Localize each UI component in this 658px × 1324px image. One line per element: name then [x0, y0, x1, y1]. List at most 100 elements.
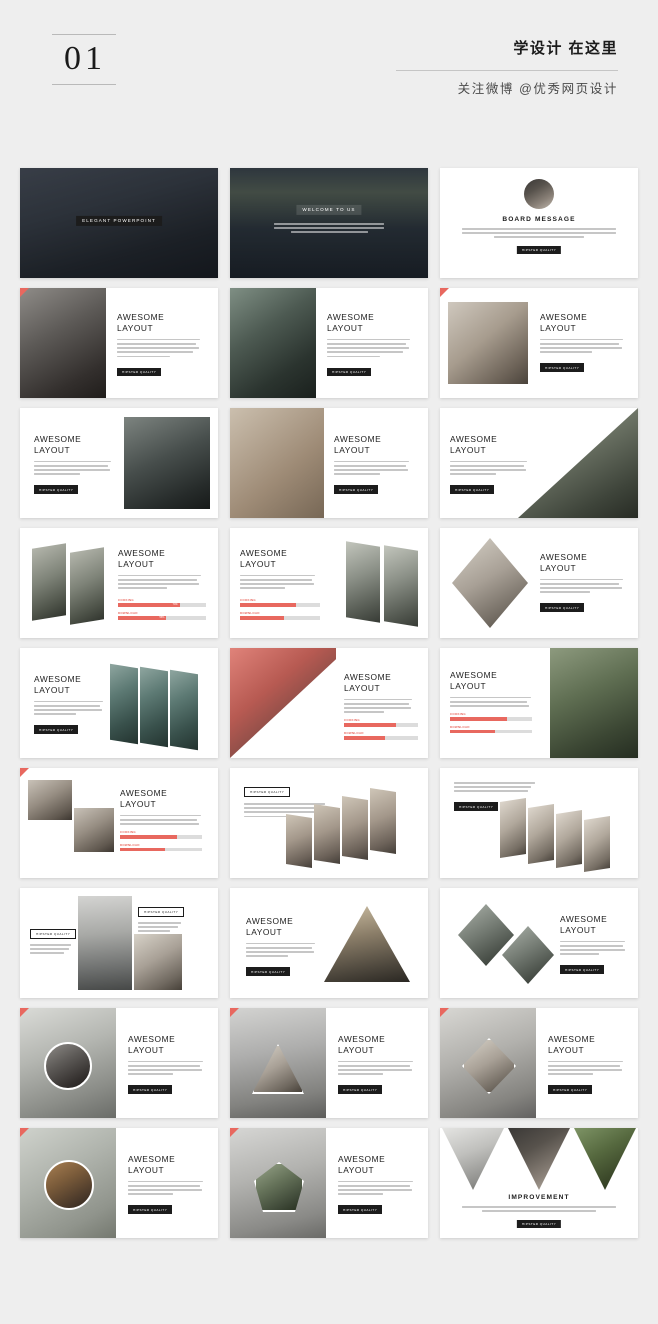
quality-badge[interactable]: HIPSTER QUALITY	[34, 725, 79, 734]
slide-thumbnail-8[interactable]: AWESOME LAYOUT HIPSTER QUALITY	[230, 408, 428, 518]
slide-thumbnail-9[interactable]: AWESOME LAYOUT HIPSTER QUALITY	[440, 408, 638, 518]
slide-thumbnail-22[interactable]: AWESOME LAYOUT HIPSTER QUALITY	[20, 1008, 218, 1118]
quality-badge[interactable]: HIPSTER QUALITY	[540, 603, 585, 612]
quality-badge[interactable]: HIPSTER QUALITY	[128, 1205, 173, 1214]
slide-thumbnail-2[interactable]: WELCOME TO US	[230, 168, 428, 278]
progress-row: DOWNLOAD	[344, 731, 418, 740]
photo-tower-a	[346, 541, 380, 623]
text-pane: AWESOME LAYOUT HIPSTER QUALITY	[548, 1034, 626, 1096]
slide-thumbnail-4[interactable]: AWESOME LAYOUT HIPSTER QUALITY	[20, 288, 218, 398]
slide-thumbnail-grid: ELEGANT POWERPOINT WELCOME TO US BOARD M…	[20, 168, 638, 1238]
body-text-lines	[128, 1180, 206, 1195]
slide-thumbnail-14[interactable]: AWESOME LAYOUT COOKING DOWNLOAD	[230, 648, 428, 758]
text-pane: AWESOME LAYOUT HIPSTER QUALITY	[128, 1034, 206, 1096]
quality-badge[interactable]: HIPSTER QUALITY	[117, 367, 162, 376]
text-pane: AWESOME LAYOUT HIPSTER QUALITY	[540, 312, 626, 374]
text-pane: AWESOME LAYOUT HIPSTER QUALITY	[128, 1154, 206, 1216]
progress-row: COOKING	[344, 718, 418, 727]
corner-accent-icon	[230, 1128, 239, 1137]
photo-mug-circle	[44, 1042, 92, 1090]
progress-track	[120, 847, 202, 852]
slide-thumbnail-24[interactable]: AWESOME LAYOUT HIPSTER QUALITY	[440, 1008, 638, 1118]
slide-title: AWESOME LAYOUT	[560, 914, 608, 936]
progress-bars: COOKING DOWNLOAD	[240, 598, 320, 624]
slide-thumbnail-26[interactable]: AWESOME LAYOUT HIPSTER QUALITY	[230, 1128, 428, 1238]
slide-title: AWESOME LAYOUT	[450, 434, 498, 456]
quality-badge[interactable]: HIPSTER QUALITY	[338, 1085, 383, 1094]
text-pane: AWESOME LAYOUT HIPSTER QUALITY	[34, 674, 106, 736]
body-text-lines	[440, 1206, 638, 1214]
progress-label: COOKING	[344, 718, 360, 722]
quality-badge[interactable]: HIPSTER QUALITY	[30, 928, 77, 940]
quality-badge[interactable]: HIPSTER QUALITY	[540, 363, 585, 372]
corner-accent-icon	[20, 1008, 29, 1017]
quality-badge[interactable]: HIPSTER QUALITY	[334, 485, 379, 494]
photo-tower-b	[384, 545, 418, 627]
body-text-lines	[138, 922, 184, 932]
corner-accent-icon	[20, 288, 29, 297]
photo-bear-circle	[44, 1160, 94, 1210]
body-text-lines	[240, 574, 320, 589]
quality-badge[interactable]: HIPSTER QUALITY	[516, 246, 562, 255]
progress-label: DOWNLOAD	[118, 610, 138, 615]
slide-title: AWESOME LAYOUT	[34, 674, 82, 696]
quality-badge[interactable]: HIPSTER QUALITY	[560, 965, 605, 974]
body-text-lines	[128, 1060, 206, 1075]
slide-thumbnail-6[interactable]: AWESOME LAYOUT HIPSTER QUALITY	[440, 288, 638, 398]
corner-accent-icon	[20, 768, 29, 777]
progress-bars: COOKING DOWNLOAD	[450, 712, 532, 734]
quality-badge[interactable]: HIPSTER QUALITY	[34, 485, 79, 494]
slide-thumbnail-7[interactable]: AWESOME LAYOUT HIPSTER QUALITY	[20, 408, 218, 518]
progress-bars: COOKING DOWNLOAD	[120, 830, 202, 852]
slide-thumbnail-23[interactable]: AWESOME LAYOUT HIPSTER QUALITY	[230, 1008, 428, 1118]
slide-thumbnail-12[interactable]: AWESOME LAYOUT HIPSTER QUALITY	[440, 528, 638, 638]
progress-fill	[120, 847, 166, 852]
brand-subtitle: 关注微博 @优秀网页设计	[457, 81, 618, 96]
quality-badge[interactable]: HIPSTER QUALITY	[128, 1085, 173, 1094]
quality-badge[interactable]: HIPSTER QUALITY	[246, 967, 291, 976]
progress-fill	[344, 736, 385, 740]
slide-title: AWESOME LAYOUT	[334, 434, 382, 456]
quality-badge[interactable]: HIPSTER QUALITY	[516, 1220, 562, 1229]
slide-thumbnail-25[interactable]: AWESOME LAYOUT HIPSTER QUALITY	[20, 1128, 218, 1238]
photo-slice-1	[286, 813, 312, 869]
text-pane: AWESOME LAYOUT HIPSTER QUALITY	[117, 312, 203, 378]
corner-accent-icon	[440, 288, 449, 297]
slide-thumbnail-1[interactable]: ELEGANT POWERPOINT	[20, 168, 218, 278]
slide-thumbnail-17[interactable]: HIPSTER QUALITY	[230, 768, 428, 878]
quality-badge[interactable]: HIPSTER QUALITY	[138, 906, 185, 918]
slide-thumbnail-5[interactable]: AWESOME LAYOUT HIPSTER QUALITY	[230, 288, 428, 398]
slide-thumbnail-16[interactable]: AWESOME LAYOUT COOKING DOWNLOAD	[20, 768, 218, 878]
section-number: 01	[64, 40, 106, 77]
slide-thumbnail-21[interactable]: AWESOME LAYOUT HIPSTER QUALITY	[440, 888, 638, 998]
slide-title: AWESOME LAYOUT	[338, 1034, 386, 1056]
photo-car-slice-3	[170, 669, 198, 751]
photo-camera	[230, 288, 316, 398]
slide-title: IMPROVEMENT	[508, 1194, 570, 1201]
quality-badge[interactable]: HIPSTER QUALITY	[327, 367, 372, 376]
slide-thumbnail-13[interactable]: AWESOME LAYOUT HIPSTER QUALITY	[20, 648, 218, 758]
quality-badge[interactable]: HIPSTER QUALITY	[338, 1205, 383, 1214]
quality-badge[interactable]: HIPSTER QUALITY	[450, 485, 495, 494]
progress-label: DOWNLOAD	[450, 724, 470, 729]
slide-thumbnail-27[interactable]: IMPROVEMENT HIPSTER QUALITY	[440, 1128, 638, 1238]
quality-badge[interactable]: HIPSTER QUALITY	[244, 786, 291, 798]
slide-thumbnail-20[interactable]: AWESOME LAYOUT HIPSTER QUALITY	[230, 888, 428, 998]
text-pane: AWESOME LAYOUT COOKING DOWNLOAD	[120, 788, 206, 855]
slide-thumbnail-10[interactable]: AWESOME LAYOUT COOKING 70% DOWNLOAD 55%	[20, 528, 218, 638]
progress-value: 55%	[159, 615, 165, 619]
slide-thumbnail-15[interactable]: AWESOME LAYOUT COOKING DOWNLOAD	[440, 648, 638, 758]
slide-thumbnail-11[interactable]: AWESOME LAYOUT COOKING DOWNLOAD	[230, 528, 428, 638]
slide-thumbnail-18[interactable]: HIPSTER QUALITY	[440, 768, 638, 878]
slide-title: AWESOME LAYOUT	[118, 548, 166, 570]
body-text-lines	[30, 944, 74, 954]
quality-badge[interactable]: HIPSTER QUALITY	[548, 1085, 593, 1094]
slide-title: AWESOME LAYOUT	[344, 672, 392, 694]
quality-badge[interactable]: HIPSTER QUALITY	[454, 802, 499, 811]
text-pane: AWESOME LAYOUT HIPSTER QUALITY	[34, 434, 114, 496]
body-text-lines	[34, 700, 106, 715]
slide-thumbnail-3[interactable]: BOARD MESSAGE HIPSTER QUALITY	[440, 168, 638, 278]
progress-row: COOKING 70%	[118, 598, 206, 607]
text-pane: AWESOME LAYOUT HIPSTER QUALITY	[327, 312, 413, 378]
slide-thumbnail-19[interactable]: HIPSTER QUALITY HIPSTER QUALITY	[20, 888, 218, 998]
